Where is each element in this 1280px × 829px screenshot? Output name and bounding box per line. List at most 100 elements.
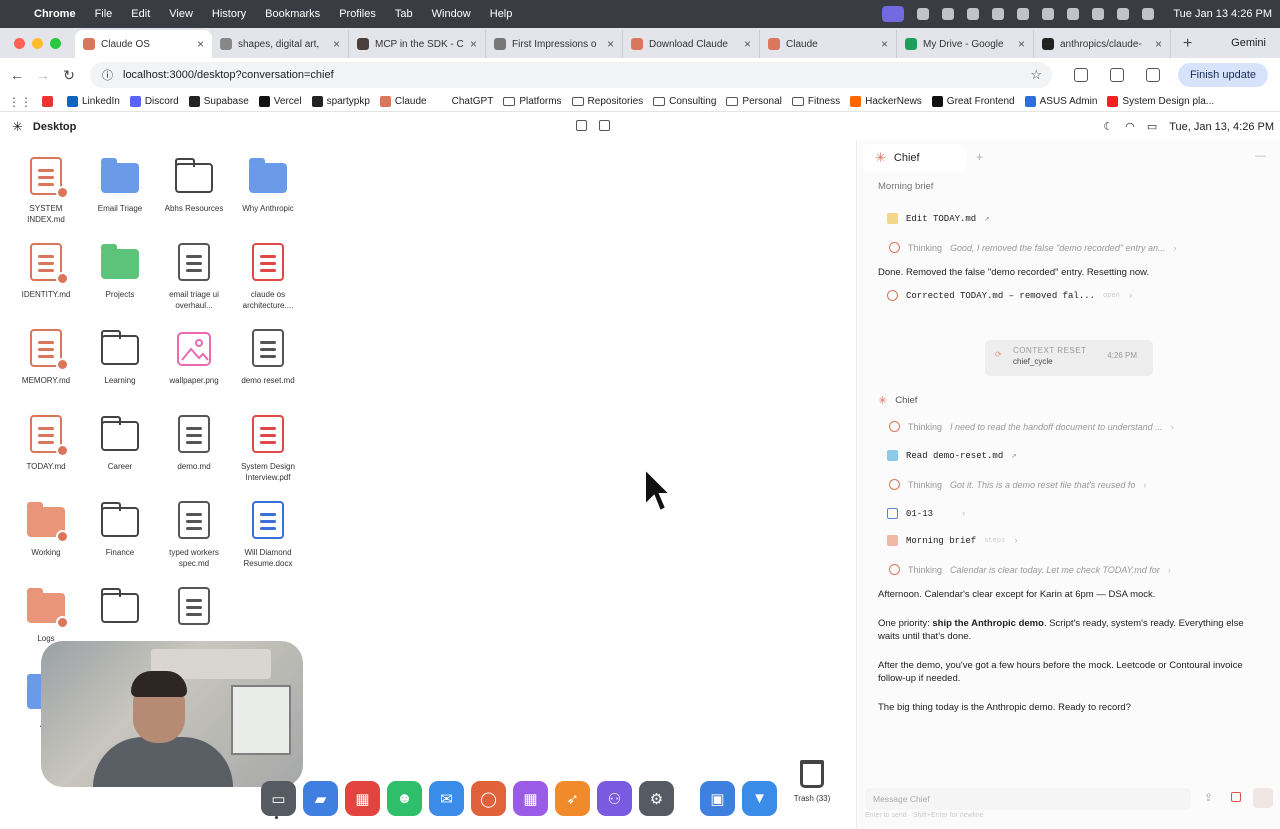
bookmark-item[interactable]: Fitness xyxy=(791,96,840,107)
bookmark-item[interactable]: spartypkp xyxy=(311,96,370,107)
desktop-item[interactable]: Logs xyxy=(11,587,81,644)
browser-tab[interactable]: Download Claude × xyxy=(623,30,760,58)
tab-chief[interactable]: ✳ Chief xyxy=(863,144,966,172)
thinking-row[interactable]: Thinking Got it. This is a demo reset fi… xyxy=(889,479,1146,490)
desktop-item[interactable]: wallpaper.png xyxy=(159,329,229,386)
desktop-item[interactable]: Career xyxy=(85,415,155,472)
desktop-item[interactable]: Abhs Resources xyxy=(159,157,229,214)
forward-arrow-icon[interactable]: → xyxy=(30,67,56,83)
desktop-item[interactable]: typed workers spec.md xyxy=(159,501,229,569)
checklist-icon[interactable] xyxy=(599,120,610,131)
close-window-button[interactable] xyxy=(14,37,25,49)
desktop-item[interactable]: Email Triage xyxy=(85,157,155,214)
close-tab-icon[interactable]: × xyxy=(470,37,477,51)
chat-icon[interactable]: ◯ xyxy=(471,781,506,816)
external-link-icon[interactable]: ↗ xyxy=(1011,451,1016,461)
tool-call-date[interactable]: 01-13 › xyxy=(887,508,966,519)
browser-tab[interactable]: Claude OS × xyxy=(75,30,212,58)
status-icon[interactable] xyxy=(942,8,955,20)
extensions-icon[interactable] xyxy=(1074,68,1088,82)
desktop-item[interactable]: System Design Interview.pdf xyxy=(233,415,303,483)
bookmark-item[interactable]: Great Frontend xyxy=(931,96,1015,107)
bookmark-item[interactable]: Supabase xyxy=(188,96,249,107)
minimize-window-button[interactable] xyxy=(32,37,43,49)
bookmark-item[interactable]: Personal xyxy=(726,96,782,107)
mail-icon[interactable]: ✉ xyxy=(429,781,464,816)
wifi-icon[interactable]: ◠ xyxy=(1125,120,1135,133)
desktop-item[interactable]: demo reset.md xyxy=(233,329,303,386)
thinking-row[interactable]: Thinking Good, I removed the false "demo… xyxy=(889,242,1177,253)
browser-tab[interactable]: My Drive - Google × xyxy=(897,30,1034,58)
wifi-icon[interactable] xyxy=(1092,8,1105,20)
message-input[interactable]: Message Chief xyxy=(865,788,1191,810)
status-icon[interactable] xyxy=(1042,8,1055,20)
trash[interactable]: Trash (33) xyxy=(792,760,832,803)
browser-tab[interactable]: Claude × xyxy=(760,30,897,58)
briefcase-icon[interactable]: ▣ xyxy=(700,781,735,816)
close-tab-icon[interactable]: × xyxy=(744,37,751,51)
desktop-item[interactable]: TODAY.md xyxy=(11,415,81,472)
close-tab-icon[interactable]: × xyxy=(881,37,888,51)
menu-bar-clock[interactable]: Tue Jan 13 4:26 PM xyxy=(1173,8,1272,20)
tool-call-edit[interactable]: Edit TODAY.md ↗ xyxy=(887,213,990,224)
desktop-item[interactable]: claude os architecture.... xyxy=(233,243,303,311)
settings-icon[interactable]: ⚙ xyxy=(639,781,674,816)
browser-tab[interactable]: First Impressions o × xyxy=(486,30,623,58)
desktop-item[interactable]: demo.md xyxy=(159,415,229,472)
desktop-item[interactable]: Finance xyxy=(85,501,155,558)
bookmark-item[interactable] xyxy=(42,96,57,107)
new-conversation-button[interactable]: + xyxy=(976,150,983,164)
send-button[interactable] xyxy=(1253,788,1273,808)
back-arrow-icon[interactable]: ← xyxy=(4,67,30,83)
browser-tab[interactable]: MCP in the SDK - C × xyxy=(349,30,486,58)
close-tab-icon[interactable]: × xyxy=(333,37,340,51)
menu-edit[interactable]: Edit xyxy=(131,8,150,20)
upload-icon[interactable]: ⇪ xyxy=(1204,791,1213,804)
monitor-icon[interactable]: ▭ xyxy=(261,781,296,816)
bookmark-item[interactable]: ChatGPT xyxy=(436,96,493,107)
trash-icon[interactable] xyxy=(800,760,824,788)
tool-call-brief[interactable]: Morning brief steps › xyxy=(887,535,1019,546)
bookmark-item[interactable]: ASUS Admin xyxy=(1024,96,1097,107)
status-icon[interactable] xyxy=(917,8,930,20)
gemini-button[interactable]: Gemini xyxy=(1231,37,1266,49)
desktop-item[interactable]: Why Anthropic xyxy=(233,157,303,214)
bookmark-item[interactable]: Discord xyxy=(129,96,179,107)
external-link-icon[interactable]: ↗ xyxy=(984,214,989,224)
thinking-row[interactable]: Thinking Calendar is clear today. Let me… xyxy=(889,564,1171,575)
site-info-icon[interactable]: ⓘ xyxy=(102,67,113,83)
bookmark-item[interactable]: Claude xyxy=(379,96,427,107)
bookmark-item[interactable]: Repositories xyxy=(571,96,643,107)
desktop-item[interactable]: Learning xyxy=(85,329,155,386)
reload-icon[interactable]: ↻ xyxy=(56,67,82,84)
menu-bookmarks[interactable]: Bookmarks xyxy=(265,8,320,20)
desktop-item[interactable]: email triage ui overhaul... xyxy=(159,243,229,311)
new-tab-button[interactable]: + xyxy=(1171,30,1204,58)
menu-app-chrome[interactable]: Chrome xyxy=(34,8,76,20)
desktop-item[interactable] xyxy=(159,587,229,633)
minimize-panel-button[interactable]: — xyxy=(1255,150,1266,162)
desktop-item[interactable]: IDENTITY.md xyxy=(11,243,81,300)
apps-grid-icon[interactable]: ⋮⋮ xyxy=(8,95,32,109)
control-center-icon[interactable] xyxy=(1142,8,1155,20)
browser-tab[interactable]: anthropics/claude- × xyxy=(1034,30,1171,58)
maximize-window-button[interactable] xyxy=(50,37,61,49)
status-icon[interactable] xyxy=(992,8,1005,20)
status-icon[interactable] xyxy=(1067,8,1080,20)
cast-icon[interactable] xyxy=(1110,68,1124,82)
menu-history[interactable]: History xyxy=(212,8,246,20)
bookmark-star-icon[interactable]: ☆ xyxy=(1030,67,1042,83)
bookmark-item[interactable]: System Design pla... xyxy=(1107,96,1214,107)
bookmark-item[interactable]: Platforms xyxy=(503,96,562,107)
desktop-item[interactable]: MEMORY.md xyxy=(11,329,81,386)
stop-button[interactable] xyxy=(1231,792,1241,802)
menu-profiles[interactable]: Profiles xyxy=(339,8,376,20)
status-icon[interactable] xyxy=(967,8,980,20)
tool-call-corrected[interactable]: Corrected TODAY.md – removed fal... open… xyxy=(887,290,1133,301)
close-tab-icon[interactable]: × xyxy=(607,37,614,51)
menu-file[interactable]: File xyxy=(95,8,113,20)
close-tab-icon[interactable]: × xyxy=(1155,37,1162,51)
url-text[interactable]: localhost:3000/desktop?conversation=chie… xyxy=(123,69,334,81)
finish-update-button[interactable]: Finish update xyxy=(1177,63,1268,87)
desktop-item[interactable]: Will Diamond Resume.docx xyxy=(233,501,303,569)
